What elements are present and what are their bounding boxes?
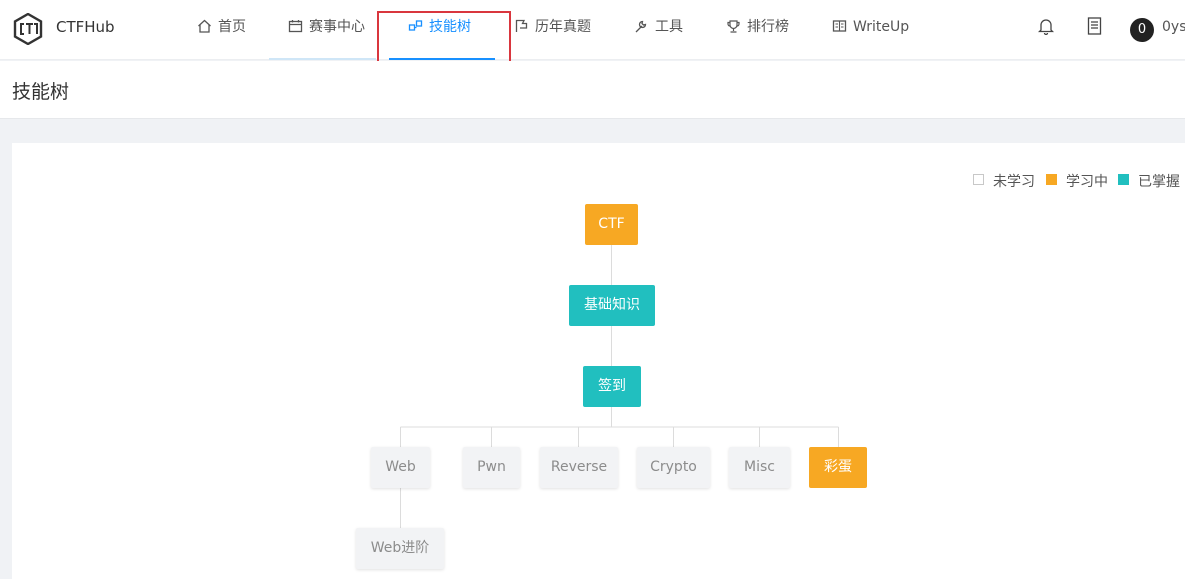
book-icon xyxy=(832,19,847,32)
tree-node-reverse[interactable]: Reverse xyxy=(540,447,618,488)
nav-item-home[interactable]: 首页 xyxy=(197,0,246,60)
nav-item-tools[interactable]: 工具 xyxy=(634,0,683,60)
nav-item-competitions[interactable]: 赛事中心 xyxy=(288,0,365,60)
nav-label-past-problems: 历年真题 xyxy=(535,19,591,35)
nav-label-tools: 工具 xyxy=(655,19,683,35)
legend-swatch-unlearned xyxy=(973,174,984,185)
nav-hover-indicator xyxy=(269,58,376,60)
tree-node-signin[interactable]: 签到 xyxy=(583,366,641,407)
legend-swatch-mastered xyxy=(1118,174,1129,185)
score-badge[interactable]: 0 xyxy=(1130,18,1154,42)
legend-label-mastered: 已掌握 xyxy=(1138,174,1180,190)
legend-label-learning: 学习中 xyxy=(1066,174,1108,190)
calendar-icon xyxy=(288,19,303,32)
home-icon xyxy=(198,19,211,33)
ctfhub-logo-icon[interactable] xyxy=(13,13,43,45)
top-navigation-bar: CTFHub 首页 赛事中心 技能树 历年真题 工具 排行榜 WriteUp 0… xyxy=(0,0,1185,60)
document-icon[interactable] xyxy=(1087,17,1102,35)
nav-item-writeup[interactable]: WriteUp xyxy=(832,0,909,60)
tree-node-misc[interactable]: Misc xyxy=(729,447,790,488)
nav-label-writeup: WriteUp xyxy=(853,19,910,35)
trophy-icon xyxy=(727,19,740,33)
tree-node-easter-egg[interactable]: 彩蛋 xyxy=(809,447,867,488)
nav-item-leaderboard[interactable]: 排行榜 xyxy=(726,0,789,60)
nav-label-leaderboard: 排行榜 xyxy=(747,19,789,35)
tree-node-crypto[interactable]: Crypto xyxy=(637,447,710,488)
nav-label-competitions: 赛事中心 xyxy=(309,19,365,35)
tree-node-web[interactable]: Web xyxy=(371,447,430,488)
tree-node-basics[interactable]: 基础知识 xyxy=(569,285,655,326)
page-header: 技能树 xyxy=(0,61,1185,119)
flag-icon xyxy=(515,19,528,32)
legend-swatch-learning xyxy=(1046,174,1057,185)
page-title: 技能树 xyxy=(12,81,70,103)
nav-label-home: 首页 xyxy=(218,19,246,35)
username[interactable]: 0yst xyxy=(1162,19,1185,35)
legend-label-unlearned: 未学习 xyxy=(993,174,1035,190)
tree-node-web-advanced[interactable]: Web进阶 xyxy=(356,528,444,569)
brand-name[interactable]: CTFHub xyxy=(56,18,115,36)
nav-item-past-problems[interactable]: 历年真题 xyxy=(514,0,591,60)
wrench-icon xyxy=(635,20,647,32)
tree-node-ctf[interactable]: CTF xyxy=(585,204,638,245)
tree-node-pwn[interactable]: Pwn xyxy=(463,447,520,488)
bell-icon[interactable] xyxy=(1038,17,1054,35)
